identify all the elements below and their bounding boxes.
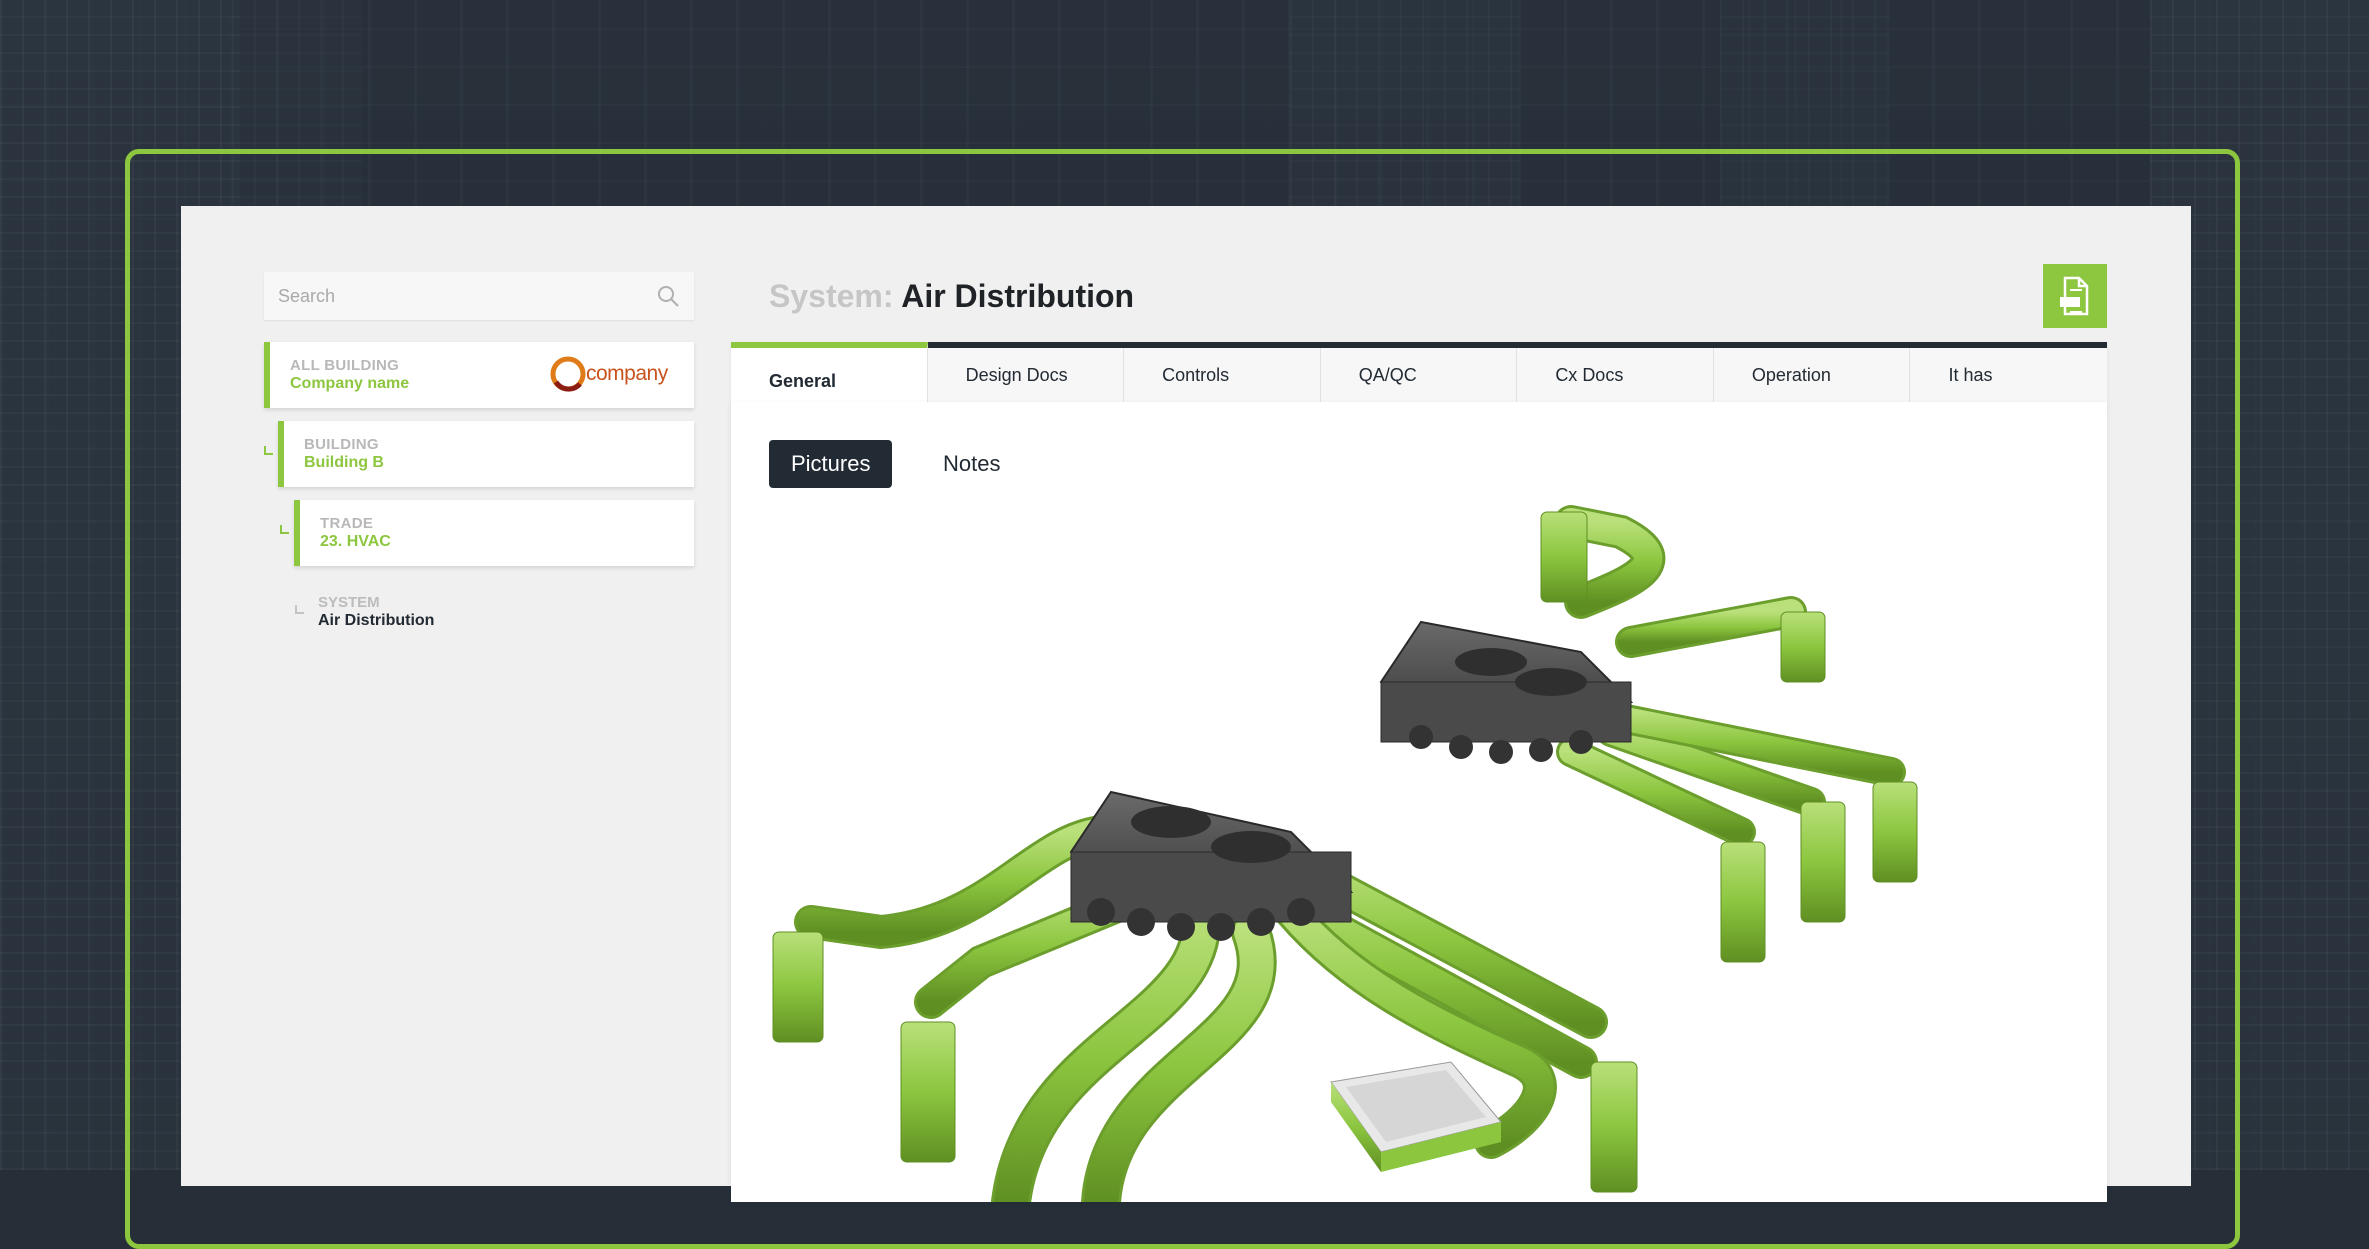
app-window: Search ALL BUILDING Company name company… [181,206,2191,1202]
tree-connector [280,525,289,534]
tree-node-system-label: SYSTEM [318,594,380,611]
subtab-pictures[interactable]: Pictures [769,440,893,488]
subtab-notes[interactable]: Notes [921,440,1022,488]
node-value: Building B [304,454,384,471]
tab-design-docs[interactable]: Design Docs [928,348,1125,408]
tree-node-all-building[interactable]: ALL BUILDING Company name company [264,342,694,408]
tab-cx-docs[interactable]: Cx Docs [1517,348,1714,408]
company-logo: company [550,354,670,394]
search-icon[interactable] [656,284,680,308]
tab-operation[interactable]: Operation [1714,348,1911,408]
tree-node-building[interactable]: BUILDING Building B [278,421,694,487]
node-label: ALL BUILDING [290,357,400,374]
page-title: System: Air Distribution [769,278,1134,315]
tab-it-has[interactable]: It has [1910,348,2107,408]
content-area: Pictures Notes [731,402,2107,1202]
node-label: BUILDING [304,436,379,453]
hvac-duct-illustration[interactable] [731,502,2107,1202]
logo-text: company [586,362,668,385]
tree-node-system-value[interactable]: Air Distribution [318,612,434,630]
node-value: Company name [290,375,410,392]
page-title-prefix: System: [769,278,894,314]
tab-general[interactable]: General [731,342,928,408]
tree-node-trade[interactable]: TRADE 23. HVAC [294,500,694,566]
tree-connector [264,446,273,455]
search-input[interactable]: Search [264,272,694,320]
node-label: TRADE [320,515,374,532]
pdf-export-icon [2060,276,2089,316]
node-value: 23. HVAC [320,533,391,550]
tree-connector [295,605,304,614]
search-placeholder: Search [278,286,336,306]
tab-controls[interactable]: Controls [1124,348,1321,408]
pdf-export-button[interactable] [2043,264,2107,328]
page-title-text: Air Distribution [901,278,1135,314]
tab-bar: General Design Docs Controls QA/QC Cx Do… [731,342,2107,408]
tab-qa-qc[interactable]: QA/QC [1321,348,1518,408]
